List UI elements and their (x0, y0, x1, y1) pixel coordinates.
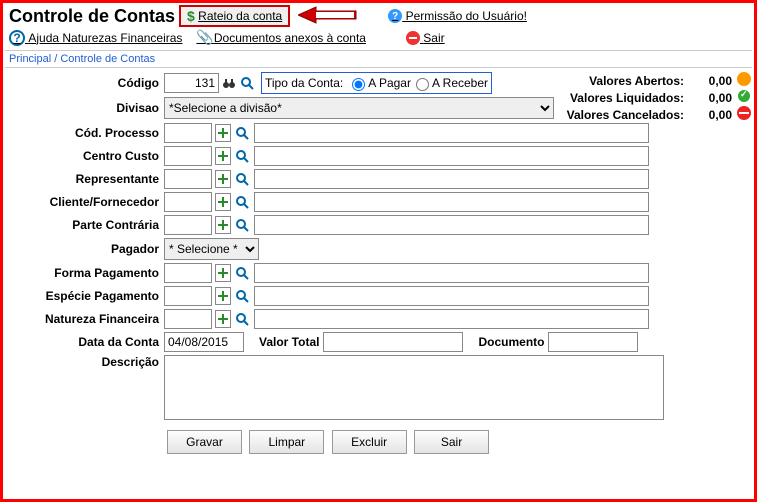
pagador-label: Pagador (9, 242, 164, 256)
cod-processo-label: Cód. Processo (9, 126, 164, 140)
add-button[interactable] (215, 170, 231, 188)
forma-label: Forma Pagamento (9, 266, 164, 280)
dollar-icon: $ (187, 8, 195, 24)
cliente-desc[interactable] (254, 192, 649, 212)
especie-input[interactable] (164, 286, 212, 306)
representante-desc[interactable] (254, 169, 649, 189)
descricao-label: Descrição (9, 355, 164, 369)
permissao-link[interactable]: ? Permissão do Usuário! (388, 9, 527, 23)
valores-liquidados-value: 0,00 (692, 91, 732, 105)
permissao-label: Permissão do Usuário! (406, 9, 527, 23)
tipo-conta-box: Tipo da Conta: A Pagar A Receber (261, 72, 492, 94)
ajuda-label: Ajuda Naturezas Financeiras (28, 31, 182, 45)
forma-input[interactable] (164, 263, 212, 283)
search-icon[interactable] (233, 170, 251, 188)
pagador-select[interactable]: * Selecione * (164, 238, 259, 260)
natureza-desc[interactable] (254, 309, 649, 329)
info-icon: ? (388, 9, 402, 23)
divisao-label: Divisao (9, 101, 164, 115)
rateio-box: $ Rateio da conta (179, 5, 290, 27)
cod-processo-input[interactable] (164, 123, 212, 143)
search-icon[interactable] (233, 216, 251, 234)
forma-desc[interactable] (254, 263, 649, 283)
valores-cancelados-label: Valores Cancelados: (554, 108, 684, 122)
sair-label: Sair (423, 31, 444, 45)
tipo-label: Tipo da Conta: (265, 76, 343, 90)
search-icon[interactable] (239, 75, 255, 91)
docs-link[interactable]: 📎 Documentos anexos à conta (196, 29, 366, 46)
check-icon (737, 89, 751, 103)
representante-label: Representante (9, 172, 164, 186)
gravar-button[interactable]: Gravar (167, 430, 242, 454)
add-button[interactable] (215, 147, 231, 165)
breadcrumb[interactable]: Principal / Controle de Contas (5, 50, 752, 68)
search-icon[interactable] (233, 193, 251, 211)
natureza-input[interactable] (164, 309, 212, 329)
add-button[interactable] (215, 287, 231, 305)
natureza-label: Natureza Financeira (9, 312, 164, 326)
documento-label: Documento (478, 335, 544, 349)
documento-input[interactable] (548, 332, 638, 352)
limpar-button[interactable]: Limpar (249, 430, 324, 454)
valor-total-input[interactable] (323, 332, 463, 352)
excluir-button[interactable]: Excluir (332, 430, 407, 454)
radio-a-receber[interactable] (416, 78, 429, 91)
page-title: Controle de Contas (5, 6, 179, 27)
centro-custo-input[interactable] (164, 146, 212, 166)
exit-icon (406, 31, 420, 45)
cancel-icon (737, 106, 751, 120)
parte-input[interactable] (164, 215, 212, 235)
search-icon[interactable] (233, 287, 251, 305)
arrow-icon (298, 5, 358, 28)
valor-total-label: Valor Total (259, 335, 319, 349)
codigo-label: Código (9, 76, 164, 90)
question-icon: ? (9, 30, 25, 46)
descricao-textarea[interactable] (164, 355, 664, 420)
especie-label: Espécie Pagamento (9, 289, 164, 303)
especie-desc[interactable] (254, 286, 649, 306)
sair-button[interactable]: Sair (414, 430, 489, 454)
centro-custo-label: Centro Custo (9, 149, 164, 163)
parte-label: Parte Contrária (9, 218, 164, 232)
warning-icon (737, 72, 751, 86)
valores-cancelados-value: 0,00 (692, 108, 732, 122)
radio-a-pagar[interactable] (352, 78, 365, 91)
rateio-link[interactable]: Rateio da conta (198, 9, 282, 23)
search-icon[interactable] (233, 264, 251, 282)
parte-desc[interactable] (254, 215, 649, 235)
search-icon[interactable] (233, 147, 251, 165)
cod-processo-desc[interactable] (254, 123, 649, 143)
representante-input[interactable] (164, 169, 212, 189)
divisao-select[interactable]: *Selecione a divisão* (164, 97, 554, 119)
add-button[interactable] (215, 193, 231, 211)
search-icon[interactable] (233, 310, 251, 328)
search-icon[interactable] (233, 124, 251, 142)
add-button[interactable] (215, 124, 231, 142)
clip-icon: 📎 (196, 29, 213, 46)
data-conta-input[interactable] (164, 332, 244, 352)
centro-custo-desc[interactable] (254, 146, 649, 166)
docs-label: Documentos anexos à conta (214, 31, 366, 45)
valores-abertos-value: 0,00 (692, 74, 732, 88)
a-pagar-label: A Pagar (368, 76, 411, 90)
valores-liquidados-label: Valores Liquidados: (554, 91, 684, 105)
ajuda-link[interactable]: ? Ajuda Naturezas Financeiras (9, 30, 182, 46)
cliente-label: Cliente/Fornecedor (9, 195, 164, 209)
add-button[interactable] (215, 216, 231, 234)
add-button[interactable] (215, 264, 231, 282)
sair-link[interactable]: Sair (406, 31, 445, 45)
codigo-input[interactable] (164, 73, 219, 93)
valores-abertos-label: Valores Abertos: (554, 74, 684, 88)
cliente-input[interactable] (164, 192, 212, 212)
add-button[interactable] (215, 310, 231, 328)
data-conta-label: Data da Conta (9, 335, 164, 349)
binocular-icon[interactable] (221, 75, 237, 91)
a-receber-label: A Receber (432, 76, 488, 90)
